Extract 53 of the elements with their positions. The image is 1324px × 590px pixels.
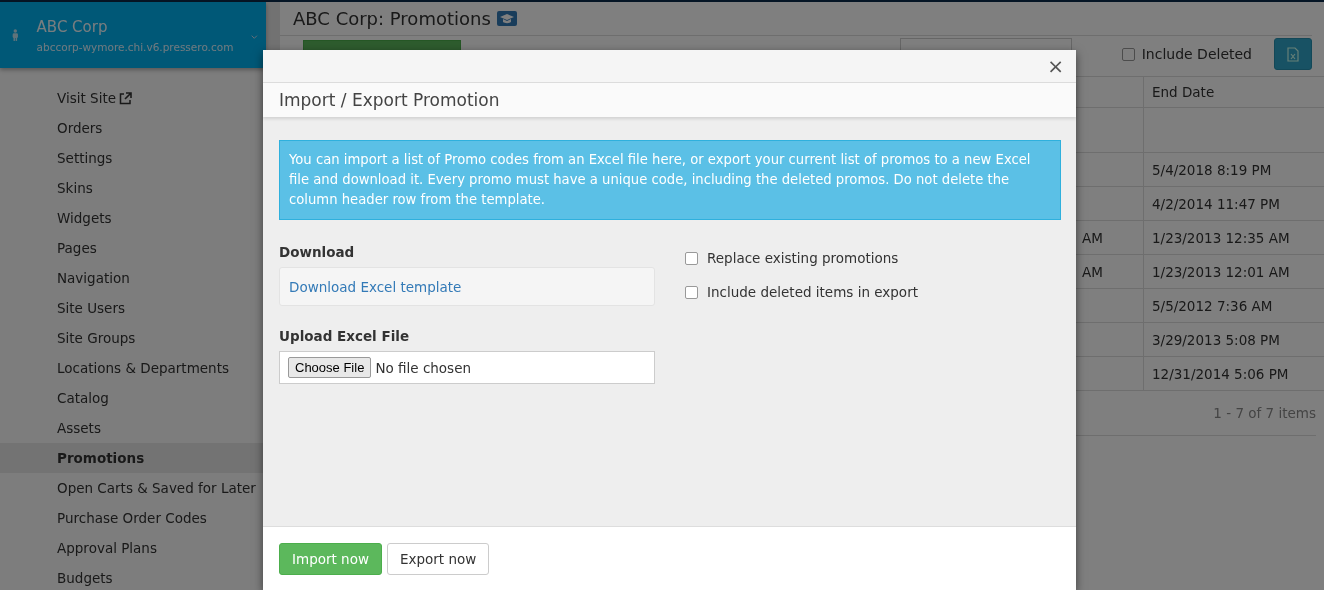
sidebar-item[interactable]: Settings	[0, 143, 263, 173]
modal-title: Import / Export Promotion	[279, 90, 500, 110]
table-cell: 1/23/2013 12:01 AM	[1143, 255, 1324, 288]
checkbox-label: Include Deleted	[1141, 46, 1252, 62]
sidebar-item[interactable]: Purchase Order Codes	[0, 503, 263, 533]
sidebar-item[interactable]: Navigation	[0, 263, 263, 293]
table-cell: 5/4/2018 8:19 PM	[1143, 153, 1324, 186]
external-link-icon	[119, 91, 132, 105]
close-button[interactable]: ×	[1043, 56, 1068, 76]
checkbox[interactable]	[685, 251, 698, 265]
account-domain: abccorp-wymore.chi.v6.pressero.com	[36, 40, 234, 53]
graduation-cap-icon[interactable]	[496, 11, 517, 26]
checkbox[interactable]	[685, 285, 698, 299]
page-title: ABC Corp: Promotions	[293, 8, 491, 29]
upload-label: Upload Excel File	[279, 328, 411, 344]
sidebar-item[interactable]: Open Carts & Saved for Later	[0, 473, 263, 503]
sidebar-item[interactable]: Assets	[0, 413, 263, 443]
table-cell: 3/29/2013 5:08 PM	[1143, 323, 1324, 356]
sidebar-item[interactable]: Promotions	[0, 443, 263, 473]
account-name: ABC Corp	[36, 17, 109, 36]
table-cell: AM	[1082, 263, 1103, 280]
checkbox[interactable]	[1121, 47, 1135, 61]
excel-file-icon	[1287, 46, 1299, 62]
column-header: End Date	[1143, 77, 1324, 107]
excel-export-button[interactable]	[1274, 38, 1312, 70]
download-label: Download	[279, 244, 356, 260]
file-input[interactable]: Choose File No file chosen	[279, 351, 655, 384]
chevron-icon	[251, 34, 258, 40]
table-cell: 1/23/2013 12:35 AM	[1143, 221, 1324, 254]
sidebar-item[interactable]: Orders	[0, 113, 263, 143]
table-cell: 5/5/2012 7:36 AM	[1143, 289, 1324, 322]
table-cell: 4/2/2014 11:47 PM	[1143, 187, 1324, 220]
sidebar-item[interactable]: Visit Site	[0, 83, 263, 113]
table-cell: AM	[1082, 229, 1103, 246]
sidebar-item[interactable]: Widgets	[0, 203, 263, 233]
sidebar-item[interactable]: Site Groups	[0, 323, 263, 353]
export-button[interactable]: Export now	[386, 542, 490, 575]
sidebar-item[interactable]: Skins	[0, 173, 263, 203]
checkbox-label: Include deleted items in export	[707, 284, 918, 300]
choose-file-button[interactable]: Choose File	[288, 357, 372, 378]
sidebar-item[interactable]: Locations & Departments	[0, 353, 263, 383]
sidebar-item[interactable]: Site Users	[0, 293, 263, 323]
checkbox-label: Replace existing promotions	[707, 250, 899, 266]
download-template-link[interactable]: Download Excel template	[289, 278, 462, 295]
table-cell: 12/31/2014 5:06 PM	[1143, 357, 1324, 390]
person-icon	[12, 26, 19, 44]
sidebar-item[interactable]: Catalog	[0, 383, 263, 413]
info-message: You can import a list of Promo codes from an Excel file here, or export your current list of promos to a new Excel file and download it. Every promo must have a unique code, including the deleted promos. Do not delete the column header row from the template.	[279, 140, 1061, 220]
sidebar-item[interactable]: Budgets	[0, 563, 263, 590]
import-button[interactable]: Import now	[279, 542, 382, 575]
file-status: No file chosen	[375, 359, 471, 376]
sidebar-item[interactable]: Pages	[0, 233, 263, 263]
sidebar-item[interactable]: Approval Plans	[0, 533, 263, 563]
